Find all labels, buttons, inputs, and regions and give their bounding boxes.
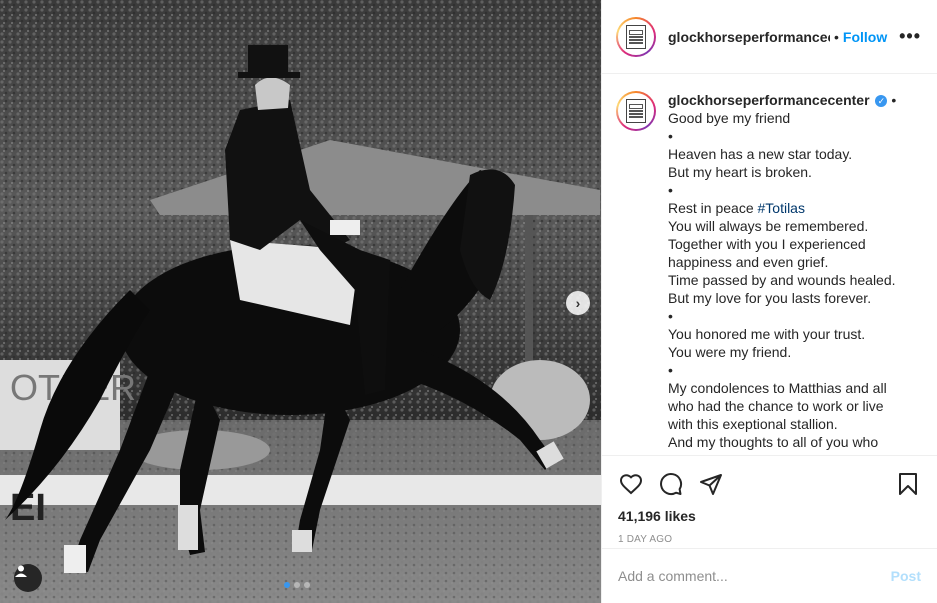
caption-area: glockhorseperformancecenter ✓ • Good bye… — [602, 75, 937, 455]
post-actions: 41,196 likes 1 DAY AGO — [602, 455, 937, 545]
caption-separator: • — [891, 92, 897, 108]
heart-icon — [619, 474, 643, 495]
brand-logo-icon — [626, 99, 646, 123]
caption-line: My condolences to Matthias and all — [668, 380, 887, 396]
user-tag-icon — [15, 565, 27, 577]
caption-line: • — [668, 362, 673, 378]
caption-line: Heaven has a new star today. — [668, 146, 853, 162]
avatar[interactable] — [616, 16, 656, 57]
caption-line: But my love for you lasts forever. — [668, 290, 872, 306]
chevron-right-icon: › — [575, 295, 581, 311]
caption-line: • — [668, 128, 673, 144]
comment-button[interactable] — [658, 471, 684, 497]
caption-line: And my thoughts to all of you who — [668, 434, 879, 450]
hashtag-link[interactable]: #Totilas — [758, 200, 805, 216]
carousel-dot — [304, 582, 310, 588]
like-button[interactable] — [618, 471, 644, 497]
caption-line: who had the chance to work or live — [668, 398, 884, 414]
caption-line: Good bye my friend — [668, 110, 791, 126]
caption-line: • — [668, 182, 673, 198]
dressage-photo: OTHER EI — [0, 0, 601, 603]
caption-line: happiness and even grief. — [668, 254, 829, 270]
carousel-dot — [284, 582, 290, 588]
post-side-panel: glockhorseperformancece • Follow ••• glo… — [601, 0, 937, 603]
bookmark-icon — [899, 473, 917, 495]
caption-line: Together with you I experienced — [668, 236, 866, 252]
caption-line: with this exeptional stallion. — [668, 416, 838, 432]
likes-count[interactable]: 41,196 likes — [618, 508, 921, 524]
caption-line: You will always be remembered. — [668, 218, 869, 234]
caption-text: Rest in peace — [668, 200, 758, 216]
comment-input[interactable] — [618, 568, 891, 584]
carousel-dot — [294, 582, 300, 588]
brand-logo-icon — [626, 24, 646, 49]
verified-badge-icon: ✓ — [875, 95, 888, 108]
separator-dot: • — [834, 28, 839, 45]
caption-line: • — [668, 308, 673, 324]
post-image[interactable]: OTHER EI › — [0, 0, 601, 603]
avatar[interactable] — [616, 91, 656, 131]
comment-icon — [660, 473, 683, 496]
save-button[interactable] — [895, 471, 921, 497]
carousel-indicator — [284, 582, 310, 588]
follow-button[interactable]: Follow — [843, 29, 887, 45]
caption-username[interactable]: glockhorseperformancecenter — [668, 92, 870, 108]
comment-bar: Post — [602, 548, 937, 603]
share-button[interactable] — [698, 471, 724, 497]
tagged-users-button[interactable] — [14, 564, 42, 592]
caption-line: Time passed by and wounds healed. — [668, 272, 896, 288]
post-header: glockhorseperformancece • Follow ••• — [602, 0, 937, 74]
caption: glockhorseperformancecenter ✓ • Good bye… — [668, 91, 921, 455]
header-username[interactable]: glockhorseperformancece — [668, 29, 830, 45]
caption-line: But my heart is broken. — [668, 164, 812, 180]
caption-line-hashtag: Rest in peace #Totilas — [668, 199, 921, 217]
next-photo-button[interactable]: › — [566, 291, 590, 315]
post-comment-button[interactable]: Post — [891, 568, 921, 584]
caption-line: You honored me with your trust. — [668, 326, 866, 342]
more-options-icon[interactable]: ••• — [899, 26, 921, 47]
timestamp[interactable]: 1 DAY AGO — [618, 534, 921, 545]
share-icon — [700, 474, 722, 495]
caption-line: You were my friend. — [668, 344, 792, 360]
